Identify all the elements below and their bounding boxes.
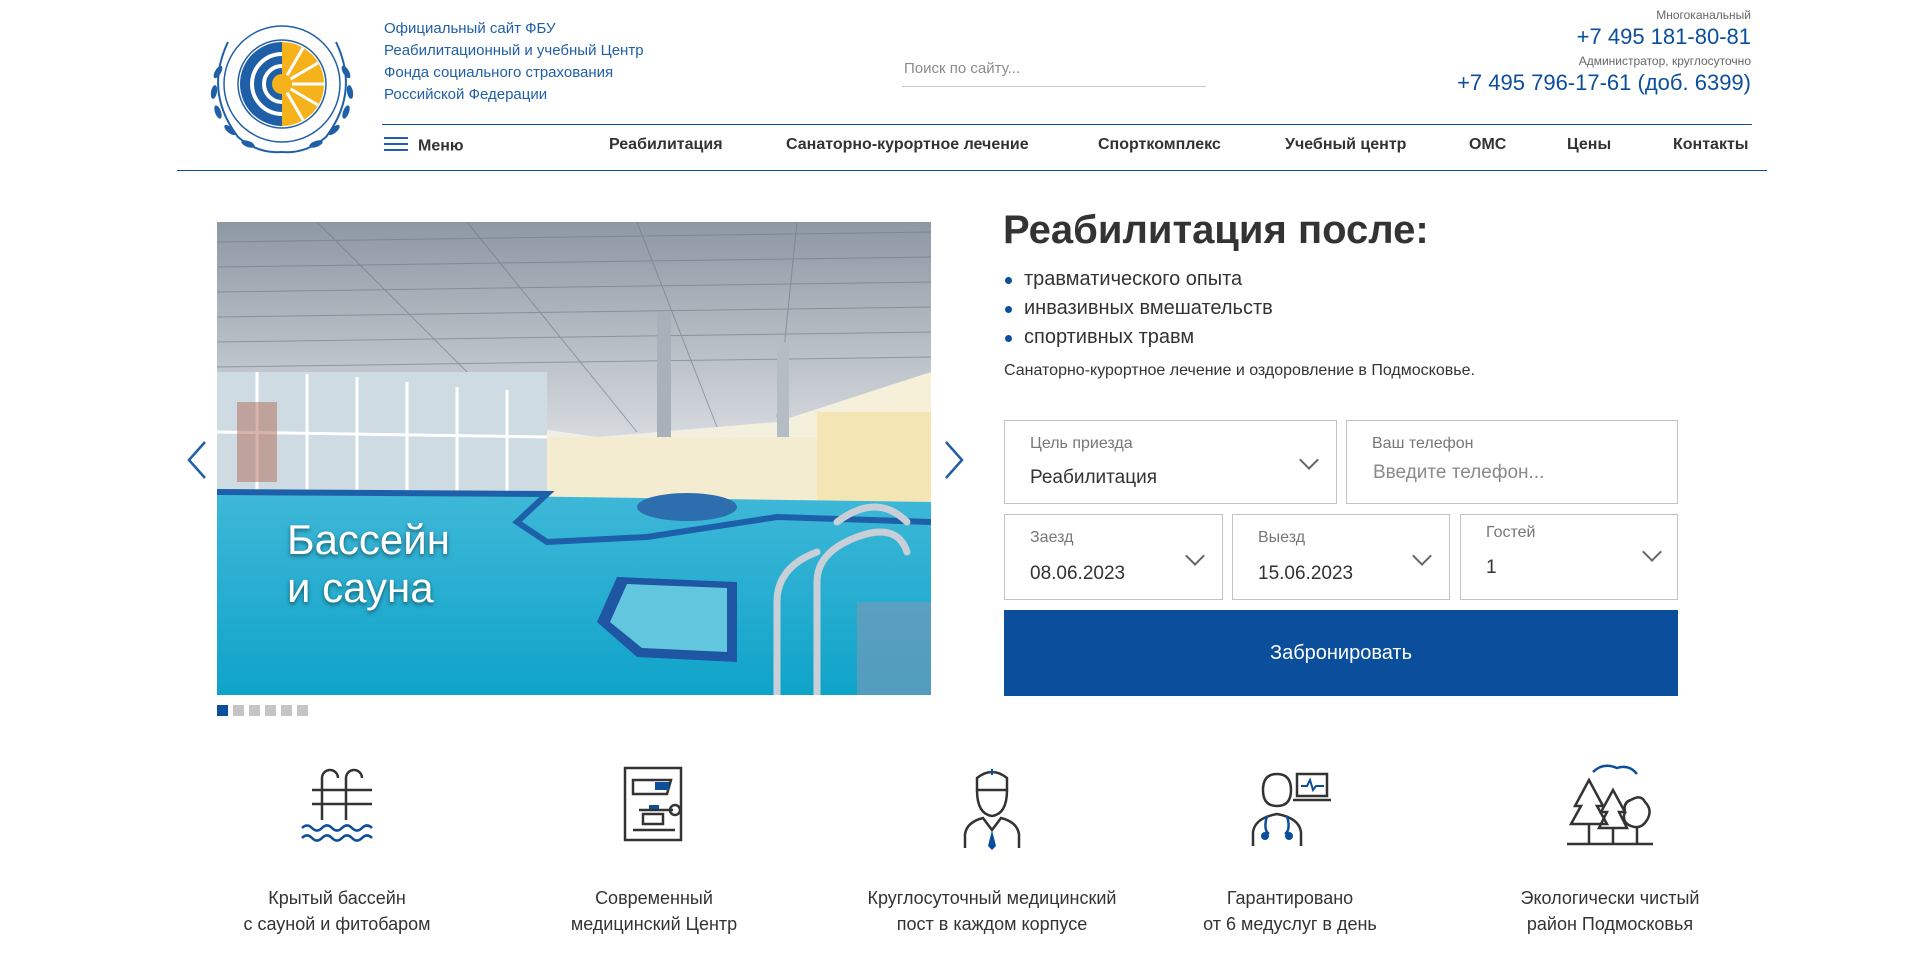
forest-icon xyxy=(1567,764,1653,846)
rehab-list-item: травматического опыта xyxy=(1005,265,1273,294)
header-divider xyxy=(382,124,1752,125)
feature-ecology: Экологически чистый район Подмосковья xyxy=(1460,760,1760,937)
guests-value: 1 xyxy=(1486,557,1497,578)
slider-dots xyxy=(217,703,313,721)
nav-item-sanatorium[interactable]: Санаторно-курортное лечение xyxy=(786,136,1029,154)
phone1-link[interactable]: +7 495 181-80-81 xyxy=(1457,24,1751,50)
nav-item-sport-complex[interactable]: Спорткомплекс xyxy=(1098,136,1221,154)
slide-caption-line-2: и сауна xyxy=(287,564,434,611)
slider-dot-4[interactable] xyxy=(265,705,276,716)
phone-input[interactable] xyxy=(1371,461,1655,485)
feature-post-line-1: Круглосуточный медицинский xyxy=(867,888,1117,908)
slider-dot-1[interactable] xyxy=(217,705,228,716)
feature-medical-line-2: медицинский Центр xyxy=(570,914,738,934)
slide-caption-line-1: Бассейн xyxy=(287,516,450,563)
rehab-list-item: инвазивных вмешательств xyxy=(1005,294,1273,323)
nav-item-oms[interactable]: ОМС xyxy=(1469,136,1506,154)
phone2-label: Администратор, круглосуточно xyxy=(1578,54,1751,68)
phone1-label: Многоканальный xyxy=(1656,8,1751,22)
org-name-line-3: Фонда социального страхования xyxy=(384,64,614,81)
nav-item-prices[interactable]: Цены xyxy=(1567,136,1611,154)
slider-dot-3[interactable] xyxy=(249,705,260,716)
feature-medical-center: Современный медицинский Центр xyxy=(504,760,804,937)
slide-caption: Бассейн и сауна xyxy=(287,516,450,612)
slider-dot-5[interactable] xyxy=(281,705,292,716)
nav-item-rehabilitation[interactable]: Реабилитация xyxy=(609,136,723,154)
feature-services: Гарантировано от 6 медуслуг в день xyxy=(1140,760,1440,937)
pool-ladder-icon xyxy=(301,768,373,842)
checkin-date-field[interactable]: Заезд 08.06.2023 xyxy=(1004,514,1223,600)
slider-dot-2[interactable] xyxy=(233,705,244,716)
feature-pool-line-2: с сауной и фитобаром xyxy=(243,914,431,934)
rehab-list: травматического опыта инвазивных вмешате… xyxy=(1005,265,1273,352)
book-button[interactable]: Забронировать xyxy=(1004,610,1678,696)
feature-pool: Крытый бассейн с сауной и фитобаром xyxy=(187,760,487,937)
phone-field: Ваш телефон xyxy=(1346,420,1678,504)
chevron-down-icon xyxy=(1642,542,1662,562)
slider-next-arrow[interactable] xyxy=(942,440,966,485)
checkin-label: Заезд xyxy=(1030,529,1074,546)
phone2-link[interactable]: +7 495 796-17-61 (доб. 6399) xyxy=(1457,70,1751,96)
feature-ecology-line-1: Экологически чистый xyxy=(1520,888,1700,908)
org-name: Официальный сайт ФБУ Реабилитационный и … xyxy=(384,18,644,106)
feature-medical-post: Круглосуточный медицинский пост в каждом… xyxy=(822,760,1162,937)
chevron-down-icon xyxy=(1412,546,1432,566)
slide-image-pool[interactable] xyxy=(217,222,931,695)
feature-ecology-line-2: район Подмосковья xyxy=(1526,914,1694,934)
chevron-right-icon xyxy=(945,441,964,479)
guests-label: Гостей xyxy=(1486,524,1536,541)
feature-services-line-1: Гарантировано xyxy=(1226,888,1354,908)
org-name-line-1: Официальный сайт ФБУ xyxy=(384,20,556,37)
booking-subtitle: Санаторно-курортное лечение и оздоровлен… xyxy=(1004,362,1475,379)
checkin-value: 08.06.2023 xyxy=(1030,563,1126,584)
nav-item-training-center[interactable]: Учебный центр xyxy=(1285,136,1406,154)
medical-equipment-icon xyxy=(623,766,683,842)
org-name-line-4: Российской Федерации xyxy=(384,86,548,103)
hamburger-icon xyxy=(384,136,408,157)
chevron-left-icon xyxy=(187,441,206,479)
purpose-select[interactable]: Цель приезда Реабилитация xyxy=(1004,420,1337,504)
purpose-value: Реабилитация xyxy=(1030,467,1158,488)
rehab-list-item: спортивных травм xyxy=(1005,323,1273,352)
feature-post-line-2: пост в каждом корпусе xyxy=(896,914,1088,934)
logo[interactable] xyxy=(198,12,366,162)
feature-medical-line-1: Современный xyxy=(595,888,713,908)
purpose-label: Цель приезда xyxy=(1030,435,1133,452)
checkout-value: 15.06.2023 xyxy=(1258,563,1354,584)
feature-pool-line-1: Крытый бассейн xyxy=(268,888,406,908)
guests-select[interactable]: Гостей 1 xyxy=(1460,514,1678,600)
nav-item-contacts[interactable]: Контакты xyxy=(1673,136,1748,154)
checkout-date-field[interactable]: Выезд 15.06.2023 xyxy=(1232,514,1450,600)
booking-title: Реабилитация после: xyxy=(1003,208,1429,252)
menu-button[interactable]: Меню xyxy=(384,136,464,157)
feature-services-line-2: от 6 медуслуг в день xyxy=(1203,914,1377,934)
contacts-block: Многоканальный +7 495 181-80-81 Админист… xyxy=(1457,8,1751,96)
nav-divider xyxy=(177,170,1767,171)
chevron-down-icon xyxy=(1299,450,1319,470)
slider-dot-6[interactable] xyxy=(297,705,308,716)
menu-label: Меню xyxy=(418,137,464,155)
phone-field-label: Ваш телефон xyxy=(1372,435,1474,452)
search-box xyxy=(902,54,1210,87)
stethoscope-doctor-icon xyxy=(1251,772,1331,846)
org-name-line-2: Реабилитационный и учебный Центр xyxy=(384,42,644,59)
slider-prev-arrow[interactable] xyxy=(185,440,209,485)
doctor-icon xyxy=(963,769,1021,850)
chevron-down-icon xyxy=(1185,546,1205,566)
search-input[interactable] xyxy=(902,54,1210,82)
checkout-label: Выезд xyxy=(1258,529,1306,546)
